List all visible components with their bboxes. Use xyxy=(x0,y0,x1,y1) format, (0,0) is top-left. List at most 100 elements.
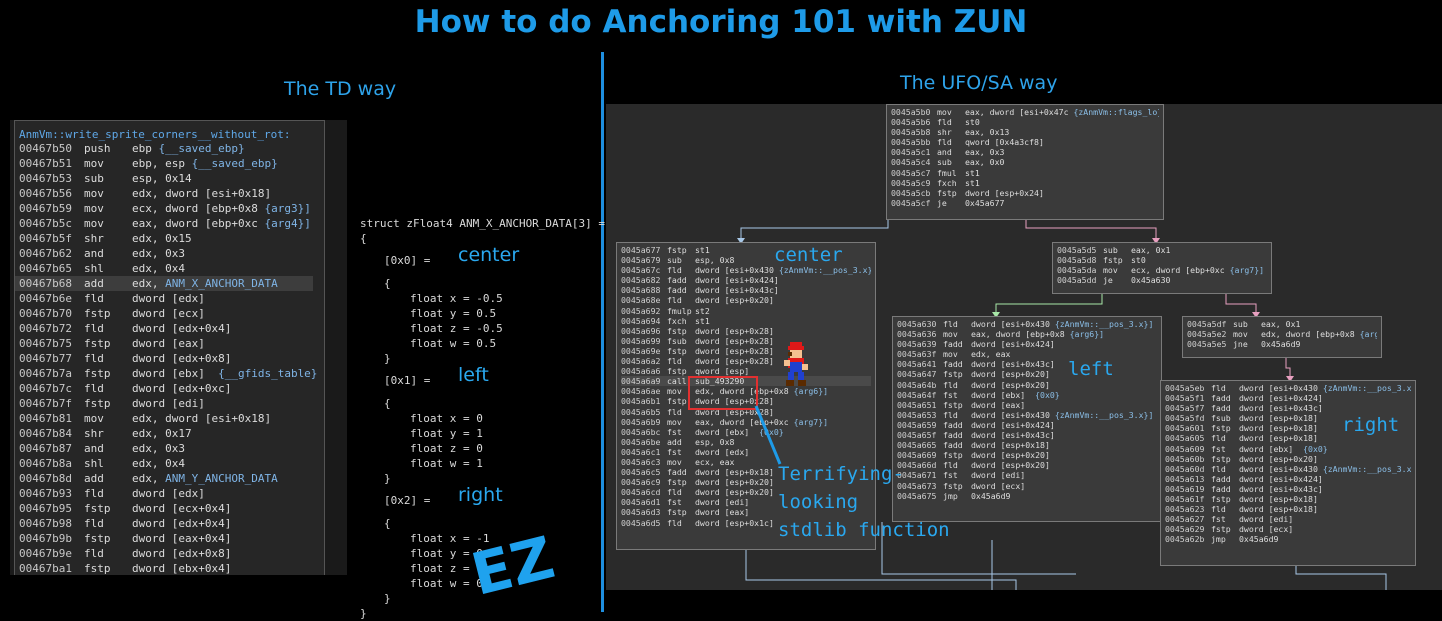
graph-row[interactable]: 0045a6a2 fld dword [esp+0x28] xyxy=(621,356,871,366)
address: 00467b95 xyxy=(19,502,72,515)
listing-row[interactable]: 00467b7c fld dword [edx+0xc] xyxy=(15,381,324,396)
graph-row[interactable]: 0045a647 fstp dword [esp+0x20] xyxy=(897,369,1157,379)
graph-row[interactable]: 0045a653 fld dword [esi+0x430 {zAnmVm::__p… xyxy=(897,410,1157,420)
graph-row[interactable]: 0045a6a6 fstp qword [esp] xyxy=(621,366,871,376)
listing-row[interactable]: 00467b75 fstp dword [eax] xyxy=(15,336,324,351)
graph-row[interactable]: 0045a639 fadd dword [esi+0x424] xyxy=(897,339,1157,349)
graph-row[interactable]: 0045a5d5 sub eax, 0x1 xyxy=(1057,245,1267,255)
graph-row[interactable]: 0045a5dd je 0x45a630 xyxy=(1057,275,1267,285)
graph-row[interactable]: 0045a5b6 fld st0 xyxy=(891,117,1159,127)
graph-row[interactable]: 0045a627 fst dword [edi] xyxy=(1165,514,1411,524)
graph-row[interactable]: 0045a61f fstp dword [esp+0x18] xyxy=(1165,494,1411,504)
graph-row[interactable]: 0045a69e fstp dword [esp+0x28] xyxy=(621,346,871,356)
listing-row[interactable]: 00467b5c mov eax, dword [ebp+0xc {arg4}] xyxy=(15,216,324,231)
operands: edx, 0x3 xyxy=(132,442,185,455)
listing-row[interactable]: 00467b98 fld dword [edx+0x4] xyxy=(15,516,324,531)
right-block[interactable]: 0045a5eb fld dword [esi+0x430 {zAnmVm::__p… xyxy=(1160,380,1416,566)
graph-row[interactable]: 0045a682 fadd dword [esi+0x424] xyxy=(621,275,871,285)
graph-row[interactable]: 0045a6b9 mov eax, dword [ebp+0xc {arg7}] xyxy=(621,417,871,427)
listing-row[interactable]: 00467b8a shl edx, 0x4 xyxy=(15,456,324,471)
graph-row[interactable]: 0045a67c fld dword [esi+0x430 {zAnmVm::__p… xyxy=(621,265,871,275)
top-block[interactable]: 0045a5b0 mov eax, dword [esi+0x47c {zAnmVm… xyxy=(886,104,1164,220)
graph-row[interactable]: 0045a6bc fst dword [ebx] {0x0} xyxy=(621,427,871,437)
listing-row[interactable]: 00467b5f shr edx, 0x15 xyxy=(15,231,324,246)
graph-row[interactable]: 0045a630 fld dword [esi+0x430 {zAnmVm::__p… xyxy=(897,319,1157,329)
listing-row[interactable]: 00467b50 push ebp {__saved_ebp} xyxy=(15,141,324,156)
graph-row[interactable]: 0045a688 fadd dword [esi+0x43c] xyxy=(621,285,871,295)
address: 0045a6c5 xyxy=(621,467,661,478)
listing-row[interactable]: 00467b70 fstp dword [ecx] xyxy=(15,306,324,321)
graph-row[interactable]: 0045a659 fadd dword [esi+0x424] xyxy=(897,420,1157,430)
graph-row[interactable]: 0045a5df sub eax, 0x1 xyxy=(1187,319,1377,329)
listing-row[interactable]: 00467b7f fstp dword [edi] xyxy=(15,396,324,411)
graph-row[interactable]: 0045a5da mov ecx, dword [ebp+0xc {arg7}] xyxy=(1057,265,1267,275)
listing-row[interactable]: 00467b81 mov edx, dword [esi+0x18] xyxy=(15,411,324,426)
listing-row[interactable]: 00467b95 fstp dword [ecx+0x4] xyxy=(15,501,324,516)
graph-row[interactable]: 0045a5cb fstp dword [esp+0x24] xyxy=(891,188,1159,198)
graph-row[interactable]: 0045a5d8 fstp st0 xyxy=(1057,255,1267,265)
graph-row[interactable]: 0045a699 fsub dword [esp+0x28] xyxy=(621,336,871,346)
control-flow-graph[interactable]: 0045a5b0 mov eax, dword [esi+0x47c {zAnmVm… xyxy=(606,104,1442,590)
graph-row[interactable]: 0045a5cf je 0x45a677 xyxy=(891,198,1159,208)
graph-row[interactable]: 0045a694 fxch st1 xyxy=(621,316,871,326)
struct-field: float y = 0.5 xyxy=(410,307,497,320)
graph-row[interactable]: 0045a5c9 fxch st1 xyxy=(891,178,1159,188)
graph-row[interactable]: 0045a5c4 sub eax, 0x0 xyxy=(891,157,1159,167)
listing-row[interactable]: 00467b51 mov ebp, esp {__saved_ebp} xyxy=(15,156,324,171)
listing-row[interactable]: 00467b72 fld dword [edx+0x4] xyxy=(15,321,324,336)
graph-row[interactable]: 0045a60b fstp dword [esp+0x20] xyxy=(1165,454,1411,464)
graph-row[interactable]: 0045a63f mov edx, eax xyxy=(897,349,1157,359)
graph-row[interactable]: 0045a669 fstp dword [esp+0x20] xyxy=(897,450,1157,460)
graph-row[interactable]: 0045a5c7 fmul st1 xyxy=(891,168,1159,178)
listing-row[interactable]: 00467ba1 fstp dword [ebx+0x4] xyxy=(15,561,324,575)
listing-row[interactable]: 00467b93 fld dword [edx] xyxy=(15,486,324,501)
graph-row[interactable]: 0045a5bb fld qword [0x4a3cf8] xyxy=(891,137,1159,147)
address: 0045a639 xyxy=(897,339,937,350)
graph-row[interactable]: 0045a5b0 mov eax, dword [esi+0x47c {zAnmVm… xyxy=(891,107,1159,117)
graph-row[interactable]: 0045a64f fst dword [ebx] {0x0} xyxy=(897,390,1157,400)
graph-row[interactable]: 0045a68e fld dword [esp+0x20] xyxy=(621,295,871,305)
listing-row[interactable]: 00467b59 mov ecx, dword [ebp+0x8 {arg3}] xyxy=(15,201,324,216)
mid-block[interactable]: 0045a5d5 sub eax, 0x1 0045a5d8 fstp st0 0045a5… xyxy=(1052,242,1272,294)
graph-row[interactable]: 0045a5e2 mov edx, dword [ebp+0x8 {arg6}] xyxy=(1187,329,1377,339)
listing-row[interactable]: 00467b6e fld dword [edx] xyxy=(15,291,324,306)
graph-row[interactable]: 0045a623 fld dword [esp+0x18] xyxy=(1165,504,1411,514)
listing-row[interactable]: 00467b77 fld dword [edx+0x8] xyxy=(15,351,324,366)
graph-row[interactable]: 0045a60d fld dword [esi+0x430 {zAnmVm::__p… xyxy=(1165,464,1411,474)
graph-row[interactable]: 0045a5eb fld dword [esi+0x430 {zAnmVm::__p… xyxy=(1165,383,1411,393)
listing-row[interactable]: 00467b7a fstp dword [ebx] {__gfids_table} xyxy=(15,366,324,381)
graph-row[interactable]: 0045a64b fld dword [esp+0x20] xyxy=(897,380,1157,390)
listing-row[interactable]: 00467b53 sub esp, 0x14 xyxy=(15,171,324,186)
graph-row[interactable]: 0045a6c1 fst dword [edx] xyxy=(621,447,871,457)
mnemonic: sub xyxy=(667,255,682,266)
graph-row[interactable]: 0045a613 fadd dword [esi+0x424] xyxy=(1165,474,1411,484)
graph-row[interactable]: 0045a696 fstp dword [esp+0x28] xyxy=(621,326,871,336)
address: 0045a619 xyxy=(1165,483,1205,494)
graph-row[interactable]: 0045a5c1 and eax, 0x3 xyxy=(891,147,1159,157)
graph-row[interactable]: 0045a692 fmulp st2 xyxy=(621,306,871,316)
listing-row[interactable]: 00467b8d add edx, ANM_Y_ANCHOR_DATA xyxy=(15,471,324,486)
listing-row[interactable]: 00467b84 shr edx, 0x17 xyxy=(15,426,324,441)
listing-row[interactable]: 00467b9e fld dword [edx+0x8] xyxy=(15,546,324,561)
graph-row[interactable]: 0045a62b jmp 0x45a6d9 xyxy=(1165,534,1411,544)
listing-row[interactable]: 00467b87 and edx, 0x3 xyxy=(15,441,324,456)
listing-row[interactable]: 00467b65 shl edx, 0x4 xyxy=(15,261,324,276)
graph-row[interactable]: 0045a641 fadd dword [esi+0x43c] xyxy=(897,359,1157,369)
graph-row[interactable]: 0045a629 fstp dword [ecx] xyxy=(1165,524,1411,534)
graph-row[interactable]: 0045a5f1 fadd dword [esi+0x424] xyxy=(1165,393,1411,403)
graph-row[interactable]: 0045a651 fstp dword [eax] xyxy=(897,400,1157,410)
small-block[interactable]: 0045a5df sub eax, 0x1 0045a5e2 mov edx, dword… xyxy=(1182,316,1382,358)
graph-row[interactable]: 0045a5e5 jne 0x45a6d9 xyxy=(1187,339,1377,349)
graph-row[interactable]: 0045a636 mov eax, dword [ebp+0x8 {arg6}] xyxy=(897,329,1157,339)
listing-row[interactable]: 00467b68 add edx, ANM_X_ANCHOR_DATA xyxy=(15,276,313,291)
graph-row[interactable]: 0045a609 fst dword [ebx] {0x0} xyxy=(1165,444,1411,454)
graph-row[interactable]: 0045a665 fadd dword [esp+0x18] xyxy=(897,440,1157,450)
graph-row[interactable]: 0045a5f7 fadd dword [esi+0x43c] xyxy=(1165,403,1411,413)
graph-row[interactable]: 0045a5b8 shr eax, 0x13 xyxy=(891,127,1159,137)
graph-row[interactable]: 0045a6be add esp, 0x8 xyxy=(621,437,871,447)
listing-row[interactable]: 00467b62 and edx, 0x3 xyxy=(15,246,324,261)
listing-row[interactable]: 00467b9b fstp dword [eax+0x4] xyxy=(15,531,324,546)
graph-row[interactable]: 0045a65f fadd dword [esi+0x43c] xyxy=(897,430,1157,440)
listing-row[interactable]: 00467b56 mov edx, dword [esi+0x18] xyxy=(15,186,324,201)
graph-row[interactable]: 0045a619 fadd dword [esi+0x43c] xyxy=(1165,484,1411,494)
